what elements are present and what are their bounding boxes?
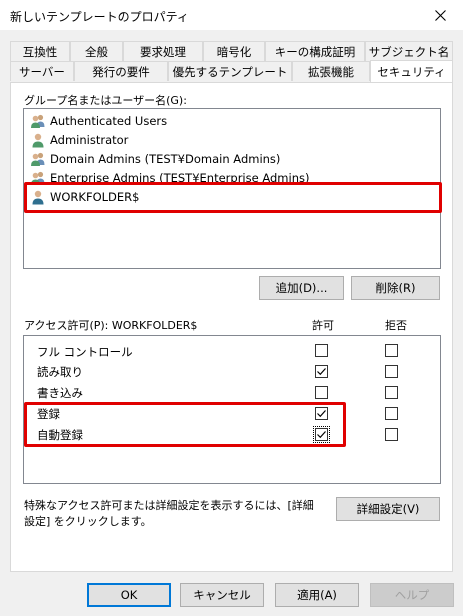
list-item[interactable]: Authenticated Users (30, 112, 167, 130)
cancel-button[interactable]: キャンセル (180, 583, 264, 607)
add-button[interactable]: 追加(D)... (259, 276, 344, 300)
tab-compatibility[interactable]: 互換性 (10, 41, 70, 61)
allow-checkbox-autoenroll[interactable] (313, 426, 330, 443)
close-button[interactable] (417, 0, 463, 30)
list-item[interactable]: Domain Admins (TEST¥Domain Admins) (30, 150, 280, 168)
advanced-description: 特殊なアクセス許可または詳細設定を表示するには、[詳細設定] をクリックします。 (24, 499, 314, 528)
permissions-list: フル コントロール 読み取り 書き込み 登録 自動登録 (23, 335, 441, 484)
list-item[interactable]: Administrator (30, 131, 128, 149)
allow-checkbox-read[interactable] (315, 365, 328, 378)
tab-general[interactable]: 全般 (70, 41, 123, 61)
tab-subject-name[interactable]: サブジェクト名 (365, 41, 453, 61)
users-group-icon (31, 171, 45, 185)
allow-column-header: 許可 (312, 319, 334, 332)
tab-extensions[interactable]: 拡張機能 (292, 61, 370, 81)
group-users-label: グループ名またはユーザー名(G): (24, 94, 187, 107)
check-icon (317, 410, 326, 418)
user-icon (32, 133, 44, 148)
remove-button[interactable]: 削除(R) (351, 276, 440, 300)
users-group-icon (31, 152, 45, 166)
user-icon (32, 190, 44, 205)
allow-checkbox-full-control[interactable] (315, 344, 328, 357)
tab-superseded-templates[interactable]: 優先するテンプレート (168, 61, 292, 81)
deny-checkbox-enroll[interactable] (385, 407, 398, 420)
list-item-selected[interactable]: WORKFOLDER$ (30, 188, 139, 206)
check-icon (317, 368, 326, 376)
allow-checkbox-enroll[interactable] (315, 407, 328, 420)
permissions-label: アクセス許可(P): WORKFOLDER$ (24, 319, 198, 332)
check-icon (317, 431, 326, 439)
tab-issuance-requirements[interactable]: 発行の要件 (74, 61, 168, 81)
tab-cryptography[interactable]: 暗号化 (203, 41, 265, 61)
tab-key-attestation[interactable]: キーの構成証明 (265, 41, 365, 61)
deny-checkbox-autoenroll[interactable] (385, 428, 398, 441)
window-title: 新しいテンプレートのプロパティ (10, 10, 189, 24)
deny-checkbox-write[interactable] (385, 386, 398, 399)
users-group-icon (31, 114, 45, 128)
permission-label-write: 書き込み (37, 386, 83, 400)
list-item[interactable]: Enterprise Admins (TEST¥Enterprise Admin… (30, 169, 309, 187)
advanced-button[interactable]: 詳細設定(V) (336, 497, 440, 521)
permission-label-full-control: フル コントロール (37, 345, 133, 359)
close-icon (434, 9, 446, 21)
deny-checkbox-full-control[interactable] (385, 344, 398, 357)
title-bar: 新しいテンプレートのプロパティ (0, 0, 463, 30)
tab-server[interactable]: サーバー (10, 61, 74, 81)
permission-label-autoenroll: 自動登録 (37, 428, 83, 442)
apply-button[interactable]: 適用(A) (275, 583, 359, 607)
users-list[interactable]: Authenticated Users Administrator Domain… (23, 108, 441, 269)
allow-checkbox-write[interactable] (315, 386, 328, 399)
deny-column-header: 拒否 (385, 319, 407, 332)
permission-label-enroll: 登録 (37, 407, 60, 421)
tab-request-handling[interactable]: 要求処理 (123, 41, 203, 61)
ok-button[interactable]: OK (87, 583, 171, 607)
deny-checkbox-read[interactable] (385, 365, 398, 378)
help-button[interactable]: ヘルプ (370, 583, 454, 607)
permission-label-read: 読み取り (37, 365, 83, 379)
tab-security[interactable]: セキュリティ (370, 60, 453, 82)
